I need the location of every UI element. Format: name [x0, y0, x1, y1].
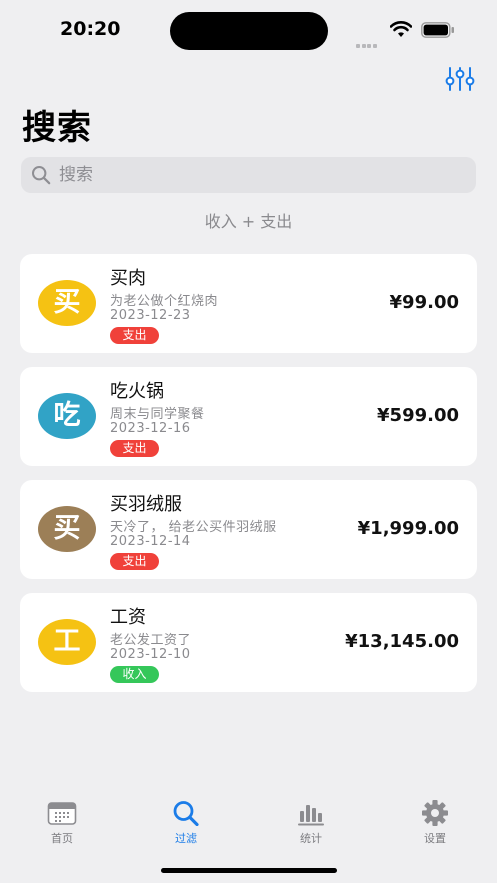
sliders-icon[interactable]: [444, 64, 476, 94]
transaction-avatar: 买: [38, 506, 96, 552]
search-icon: [173, 801, 199, 826]
tab-label: 过滤: [175, 832, 197, 845]
tab-bar: 首页 过滤 统计 设置: [0, 800, 497, 860]
status-bar: 20:20: [0, 0, 497, 60]
bar-chart-icon: [298, 805, 324, 826]
wifi-icon: [390, 21, 412, 37]
page-title: 搜索: [22, 108, 92, 148]
transaction-card[interactable]: 买 买肉 为老公做个红烧肉 2023-12-23 支出 ¥99.00: [20, 254, 477, 353]
tab-label: 统计: [300, 832, 322, 845]
transaction-note: 周末与同学聚餐: [110, 407, 205, 422]
transaction-date: 2023-12-10: [110, 647, 191, 662]
tab-label: 设置: [424, 832, 446, 845]
search-input[interactable]: [59, 157, 459, 193]
transaction-list: 买 买肉 为老公做个红烧肉 2023-12-23 支出 ¥99.00 吃 吃火锅…: [20, 254, 477, 706]
status-time: 20:20: [60, 18, 121, 40]
transaction-title: 吃火锅: [110, 381, 164, 402]
transaction-title: 工资: [110, 607, 146, 628]
transaction-note: 天冷了， 给老公买件羽绒服: [110, 520, 277, 535]
transaction-type-badge: 支出: [110, 440, 159, 457]
filter-type-label[interactable]: 收入 + 支出: [0, 208, 497, 232]
transaction-note: 为老公做个红烧肉: [110, 294, 219, 309]
transaction-card[interactable]: 买 买羽绒服 天冷了， 给老公买件羽绒服 2023-12-14 支出 ¥1,99…: [20, 480, 477, 579]
transaction-amount: ¥13,145.00: [345, 631, 459, 652]
transaction-avatar: 买: [38, 280, 96, 326]
battery-icon: [421, 22, 454, 38]
transaction-avatar: 工: [38, 619, 96, 665]
transaction-card[interactable]: 吃 吃火锅 周末与同学聚餐 2023-12-16 支出 ¥599.00: [20, 367, 477, 466]
cellular-signal-icon: [356, 29, 380, 48]
transaction-title: 买肉: [110, 268, 146, 289]
transaction-date: 2023-12-23: [110, 308, 191, 323]
search-icon: [32, 166, 51, 185]
transaction-amount: ¥99.00: [389, 292, 459, 313]
tab-stats[interactable]: 统计: [271, 800, 351, 852]
transaction-type-badge: 收入: [110, 666, 159, 683]
tab-label: 首页: [51, 832, 73, 845]
tab-settings[interactable]: 设置: [395, 800, 475, 852]
transaction-date: 2023-12-16: [110, 421, 191, 436]
search-bar[interactable]: [21, 157, 476, 193]
transaction-note: 老公发工资了: [110, 633, 192, 648]
transaction-type-badge: 支出: [110, 327, 159, 344]
calendar-icon: [47, 802, 77, 825]
transaction-amount: ¥1,999.00: [357, 518, 459, 539]
dynamic-island: [170, 12, 328, 50]
transaction-avatar: 吃: [38, 393, 96, 439]
home-indicator: [161, 868, 337, 873]
transaction-type-badge: 支出: [110, 553, 159, 570]
transaction-card[interactable]: 工 工资 老公发工资了 2023-12-10 收入 ¥13,145.00: [20, 593, 477, 692]
transaction-date: 2023-12-14: [110, 534, 191, 549]
tab-filter[interactable]: 过滤: [146, 800, 226, 852]
transaction-amount: ¥599.00: [377, 405, 459, 426]
gear-icon: [422, 800, 448, 826]
tab-home[interactable]: 首页: [22, 800, 102, 852]
transaction-title: 买羽绒服: [110, 494, 182, 515]
